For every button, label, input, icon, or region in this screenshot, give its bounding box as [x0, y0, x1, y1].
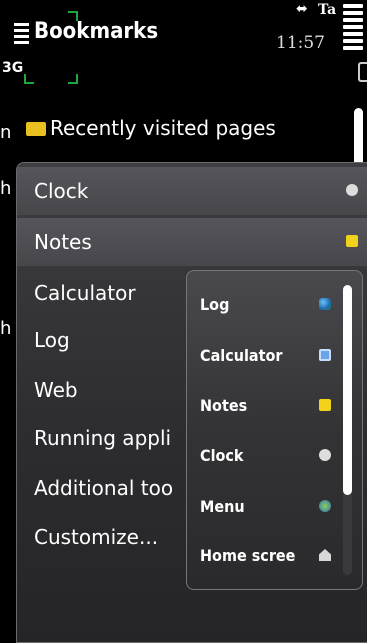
home-icon: [319, 549, 331, 561]
signal-strength-icon: [343, 4, 363, 58]
focus-corner-icon: [24, 74, 34, 84]
bookmarks-title-icon: [14, 23, 29, 49]
notes-icon: [346, 235, 358, 247]
calculator-icon: [319, 349, 331, 361]
ta-indicator: Ta: [318, 2, 337, 18]
folder-icon: [26, 122, 46, 136]
submenu-item-home-screen[interactable]: Home scree: [187, 531, 341, 581]
menu-icon: [319, 500, 331, 512]
network-indicator: 3G: [2, 60, 24, 76]
menu-item-clock[interactable]: Clock: [17, 167, 367, 215]
notes-icon: [319, 399, 331, 411]
list-edge-text: h: [0, 318, 12, 339]
menu-item-label: Running appli: [34, 426, 172, 450]
page-title: Bookmarks: [34, 19, 159, 44]
menu-item-label: Notes: [34, 230, 92, 254]
submenu-item-menu[interactable]: Menu: [187, 482, 341, 532]
list-edge-text: n: [0, 122, 12, 143]
menu-item-label: Log: [34, 328, 70, 352]
submenu-item-calculator[interactable]: Calculator: [187, 331, 341, 381]
menu-item-label: Customize...: [34, 525, 159, 549]
status-bar: Bookmarks 11:57 3G ⬌ Ta: [0, 0, 367, 92]
submenu-item-log[interactable]: Log: [187, 280, 341, 330]
submenu-item-label: Notes: [200, 396, 248, 415]
menu-item-label: Additional too: [34, 476, 174, 500]
focus-corner-icon: [68, 11, 78, 21]
submenu-item-clock[interactable]: Clock: [187, 431, 341, 481]
submenu-scrollbar[interactable]: [343, 285, 352, 495]
list-scrollbar[interactable]: [354, 108, 363, 166]
menu-item-label: Web: [34, 378, 78, 402]
recently-visited-folder[interactable]: Recently visited pages: [26, 116, 276, 140]
shortcut-submenu: Log Calculator Notes Clock Menu Home scr…: [186, 270, 363, 590]
submenu-item-label: Calculator: [200, 346, 283, 365]
clock-time: 11:57: [276, 33, 325, 53]
list-edge-text: h: [0, 178, 12, 199]
submenu-item-label: Log: [200, 295, 230, 314]
menu-item-label: Clock: [34, 179, 89, 203]
submenu-item-notes[interactable]: Notes: [187, 381, 341, 431]
battery-icon: [358, 62, 367, 82]
menu-item-notes[interactable]: Notes: [17, 218, 367, 266]
clock-icon: [346, 184, 358, 196]
submenu-item-label: Clock: [200, 446, 244, 465]
focus-corner-icon: [68, 74, 78, 84]
submenu-item-label: Home scree: [200, 546, 296, 565]
folder-label: Recently visited pages: [50, 116, 276, 140]
clock-icon: [319, 449, 331, 461]
submenu-item-label: Menu: [200, 497, 245, 516]
menu-item-label: Calculator: [34, 281, 136, 305]
usb-connection-icon: ⬌: [296, 1, 308, 17]
log-icon: [319, 298, 331, 310]
